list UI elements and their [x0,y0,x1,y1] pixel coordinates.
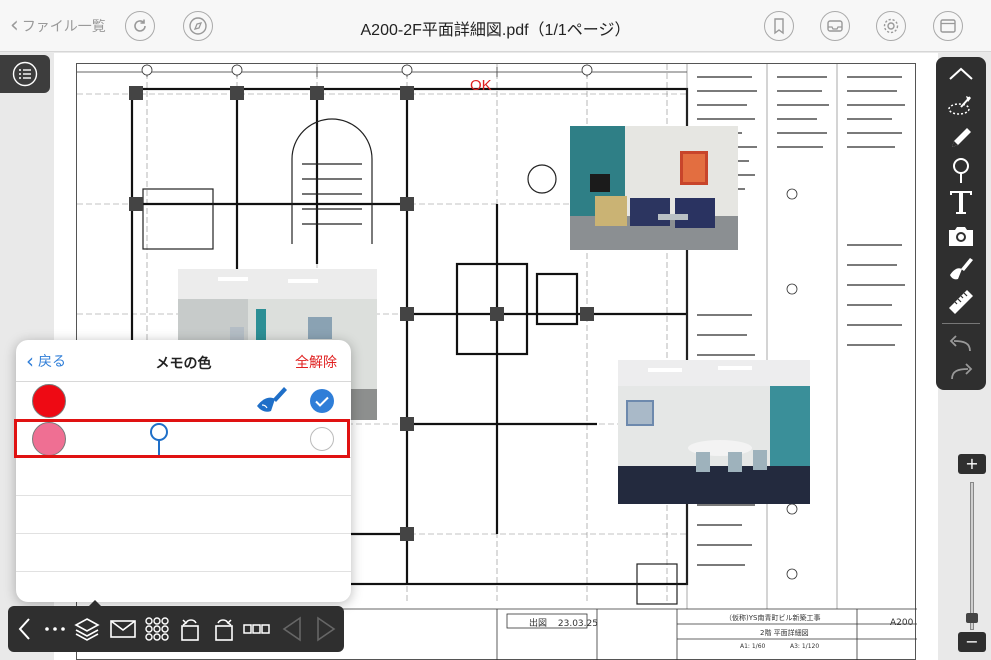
zoom-slider: + − [958,454,986,654]
previous-page-button[interactable] [278,614,308,644]
refresh-icon [134,19,146,32]
toolbar-divider [942,323,980,324]
drawing-title: 2階 平面詳細図 [760,629,809,637]
thumbnails-button[interactable] [242,614,272,644]
mail-button[interactable] [108,614,138,644]
color-swatch [32,422,66,456]
ok-annotation: OK [470,77,492,94]
map-pin-icon [953,158,969,183]
chevron-left-icon: ‹ [26,349,34,373]
color-row-pink[interactable] [16,420,351,458]
compass-icon [189,17,207,35]
text-icon [950,191,972,214]
settings-button[interactable] [876,11,906,41]
lasso-icon [948,96,971,115]
bookmark-icon [774,18,784,35]
popover-back-label: 戻る [38,354,66,370]
rotate-right-button[interactable] [208,614,238,644]
empty-row [16,458,351,496]
rotate-right-icon [215,619,233,641]
ruler-icon [949,290,973,314]
list-icon [12,61,38,87]
bottom-toolbar [8,606,344,652]
scale-a1: A1: 1/60 [740,643,766,650]
popover-header: ‹ 戻る メモの色 全解除 [16,340,351,382]
app-window: ‹ ファイル一覧 A200-2F平面詳細図.pdf（1/1ページ） OK 出図 … [0,0,991,660]
inbox-icon [827,20,843,32]
more-button[interactable] [40,614,70,644]
compass-button[interactable] [183,11,213,41]
chevron-left-icon [18,618,30,640]
layers-icon [74,618,100,641]
stamp-date: 23.03.25 [557,619,598,629]
thumbnails-icon [243,624,270,634]
more-icon [45,627,65,631]
bookmark-button[interactable] [764,11,794,41]
sheet-number: A200 [890,618,914,628]
redo-button[interactable] [946,357,976,387]
pencil-icon [952,128,971,147]
collapse-toolbar-button[interactable] [946,59,976,89]
scale-a3: A3: 1/120 [790,643,820,650]
lasso-tool-button[interactable] [946,91,976,121]
window-icon [940,19,956,33]
brush-icon [257,387,287,412]
stamp-text: 出図 [529,619,548,629]
site-photo-lounge[interactable] [570,126,738,250]
rotate-left-icon [181,619,199,641]
chevron-up-icon [949,67,973,80]
previous-button[interactable] [10,614,40,644]
annotation-list-button[interactable] [0,55,50,93]
rotate-left-button[interactable] [176,614,206,644]
brush-icon [950,258,973,280]
site-photo-meeting-room[interactable] [618,360,810,504]
zoom-out-button[interactable]: − [958,632,986,652]
empty-row [16,534,351,572]
map-pin-icon [150,423,168,455]
photo-lounge-image [570,126,738,250]
pen-tool-button[interactable] [946,123,976,153]
mail-icon [110,620,136,638]
top-navigation-bar: ‹ ファイル一覧 A200-2F平面詳細図.pdf（1/1ページ） [0,0,991,52]
memo-color-popover: ‹ 戻る メモの色 全解除 [16,340,351,602]
tool-palette [936,57,986,390]
camera-icon [949,227,973,246]
grid-icon [145,617,169,641]
undo-button[interactable] [946,329,976,359]
back-label: ファイル一覧 [21,19,106,35]
zoom-track[interactable] [970,482,974,630]
gear-icon [883,18,899,34]
measure-tool-button[interactable] [946,287,976,317]
checkmark-icon [315,396,329,407]
popover-back-button[interactable]: ‹ 戻る [26,351,66,371]
undo-icon [949,335,971,352]
prev-page-icon [282,616,301,642]
window-button[interactable] [933,11,963,41]
empty-row [16,496,351,534]
refresh-button[interactable] [125,11,155,41]
photo-meeting-image [618,360,810,504]
color-swatch [32,384,66,418]
color-row-red[interactable] [16,382,351,420]
project-name: （仮称)YS南青町ビル新築工事 [725,614,821,622]
grid-button[interactable] [142,614,172,644]
layers-button[interactable] [72,614,102,644]
selected-checkmark[interactable] [310,389,334,413]
clear-all-button[interactable]: 全解除 [295,352,337,372]
camera-tool-button[interactable] [946,221,976,251]
chevron-left-icon: ‹ [10,13,19,38]
back-to-file-list-button[interactable]: ‹ ファイル一覧 [10,14,106,38]
zoom-in-button[interactable]: + [958,454,986,474]
next-page-button[interactable] [310,614,340,644]
popover-arrow [88,600,102,607]
unselected-checkmark[interactable] [310,427,334,451]
inbox-button[interactable] [820,11,850,41]
text-tool-button[interactable] [946,187,976,217]
brush-tool-button[interactable] [946,255,976,285]
redo-icon [951,363,973,380]
next-page-icon [317,616,336,642]
zoom-handle[interactable] [966,613,978,624]
stamp-label: 出図 23.03.25 [529,616,598,629]
pin-tool-button[interactable] [946,155,976,185]
